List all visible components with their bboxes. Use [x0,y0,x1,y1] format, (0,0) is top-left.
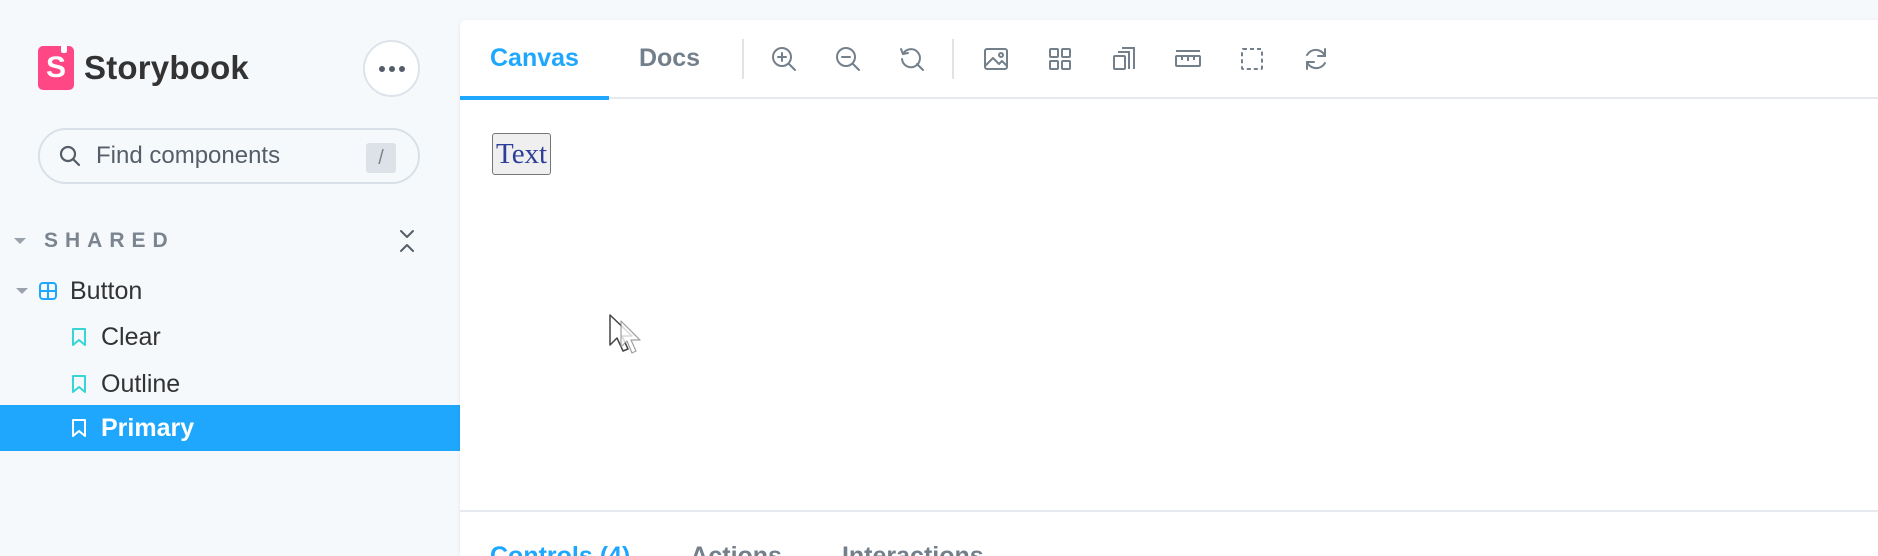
section-title: SHARED [44,229,175,252]
toolbar-divider [742,38,745,79]
section-shared[interactable]: SHARED [14,226,420,256]
mouse-cursor-icon [609,314,641,354]
logo-letter: S [45,51,66,84]
tab-interactions[interactable]: Interactions [842,542,984,556]
zoom-in-icon [772,46,797,71]
search-shortcut-key: / [366,143,396,173]
outline-button[interactable] [1234,41,1270,77]
collapse-all-icon[interactable] [394,226,420,256]
bookmark-icon [72,328,86,346]
chevron-down-icon [14,238,26,244]
grid-icon [1049,47,1072,70]
background-icon [984,47,1009,70]
preview-canvas[interactable]: Text [460,101,1878,509]
tree-story-outline[interactable]: Outline [0,361,460,407]
grid-button[interactable] [1042,41,1078,77]
remount-button[interactable] [1298,41,1334,77]
logo-bookmark-notch [61,45,67,53]
zoom-reset-button[interactable] [894,41,930,77]
tab-label: Docs [638,44,701,72]
zoom-in-button[interactable] [766,41,802,77]
measure-button[interactable] [1170,41,1206,77]
toolbar-divider [952,38,955,79]
preview-text-button[interactable]: Text [492,133,552,175]
zoom-reset-icon [900,47,925,71]
search-icon [59,145,81,167]
tree-component-label: Button [70,276,143,305]
tree-story-label: Outline [101,369,181,398]
measure-icon [1175,49,1202,67]
zoom-out-icon [836,46,861,71]
tab-docs[interactable]: Docs [639,19,700,98]
component-grid-icon [39,282,57,300]
brand[interactable]: S Storybook [38,45,249,90]
brand-name: Storybook [84,49,249,86]
remount-icon [1306,47,1327,70]
outline-icon [1241,47,1264,70]
tree-story-primary[interactable]: Primary [0,405,460,451]
viewport-button[interactable] [1106,41,1142,77]
search-input[interactable] [96,142,356,170]
storybook-logo: S [38,45,74,90]
main-panel: Canvas Docs Text Controls (4) Actions In… [460,20,1878,556]
tab-actions[interactable]: Actions [690,542,782,556]
tree-story-label: Primary [101,413,195,442]
search-box[interactable]: / [38,128,420,184]
bookmark-icon [72,375,86,393]
bookmark-icon [72,419,86,437]
tree-component-button[interactable]: Button [0,268,460,314]
addon-tabs: Controls (4) Actions Interactions [460,512,1878,556]
sidebar: S Storybook / SHARED Button [0,0,460,556]
tree-story-label: Clear [101,322,161,351]
addon-panel: Controls (4) Actions Interactions [460,510,1878,556]
ellipsis-icon [378,65,405,72]
toolbar: Canvas Docs [460,19,1878,100]
chevron-down-icon [16,288,28,294]
tab-controls[interactable]: Controls (4) [490,542,630,556]
zoom-out-button[interactable] [830,41,866,77]
viewport-icon [1113,46,1136,70]
sidebar-menu-button[interactable] [363,40,420,97]
tree-story-clear[interactable]: Clear [0,314,460,360]
tab-label: Canvas [490,44,579,72]
tab-canvas[interactable]: Canvas [460,19,609,100]
background-button[interactable] [978,41,1014,77]
